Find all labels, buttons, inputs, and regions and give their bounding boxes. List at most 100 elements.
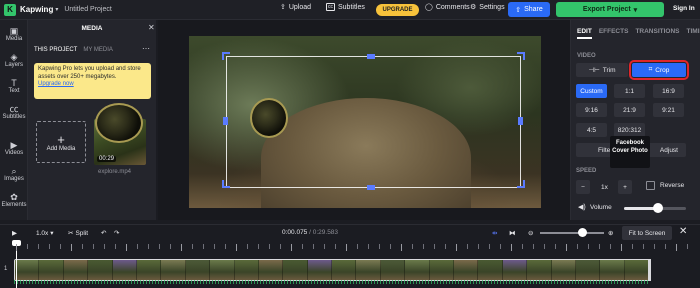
trim-button[interactable]: ⊣⊢ Trim bbox=[576, 63, 628, 77]
rail-item-text[interactable]: T Text bbox=[0, 78, 28, 94]
ruler-tick bbox=[291, 244, 292, 251]
properties-tabs: EDIT EFFECTS TRANSITIONS TIMING bbox=[577, 28, 700, 39]
rail-label: Videos bbox=[4, 150, 24, 156]
crop-handle-top[interactable] bbox=[367, 54, 375, 59]
ratio-16-9-button[interactable]: 16:9 bbox=[653, 84, 684, 98]
export-label: Export Project bbox=[582, 6, 631, 13]
promo-text: Kapwing Pro lets you upload and store as… bbox=[38, 66, 141, 80]
crop-icon: ⌗ bbox=[648, 66, 653, 73]
share-button[interactable]: ⇧ Share bbox=[508, 2, 550, 17]
tab-this-project[interactable]: THIS PROJECT bbox=[34, 47, 77, 53]
split-view-icon[interactable]: ⧓ bbox=[509, 229, 516, 237]
ruler-tick bbox=[335, 244, 336, 249]
zoom-slider-knob[interactable] bbox=[578, 228, 587, 237]
media-tabs: THIS PROJECT MY MEDIA bbox=[34, 47, 113, 53]
sign-in-link[interactable]: Sign In bbox=[673, 5, 695, 12]
ruler-tick bbox=[434, 244, 435, 249]
settings-button[interactable]: ⚙ Settings bbox=[470, 3, 505, 12]
ruler-tick bbox=[555, 244, 556, 249]
project-name[interactable]: Untitled Project bbox=[64, 6, 111, 13]
kapwing-logo[interactable]: K bbox=[4, 3, 16, 16]
export-project-button[interactable]: Export Project ▾ bbox=[556, 2, 664, 17]
crop-handle-top-left[interactable] bbox=[222, 52, 230, 60]
ruler-tick bbox=[566, 244, 567, 251]
speed-decrease-button[interactable]: − bbox=[576, 180, 590, 194]
split-button[interactable]: ✂ Split bbox=[68, 229, 88, 238]
playback-speed-dropdown[interactable]: 1.0x ▾ bbox=[36, 229, 54, 238]
crop-handle-bottom-right[interactable] bbox=[517, 180, 525, 188]
redo-icon[interactable]: ↷ bbox=[114, 229, 119, 237]
subtitles-button[interactable]: cc Subtitles bbox=[326, 3, 365, 11]
ruler-tick bbox=[500, 244, 501, 249]
clip-duration: 00:29 bbox=[97, 156, 117, 162]
crop-box[interactable] bbox=[226, 56, 521, 188]
video-clip[interactable] bbox=[14, 259, 650, 281]
rail-item-videos[interactable]: ▶ Videos bbox=[0, 140, 28, 156]
crop-handle-left[interactable] bbox=[223, 117, 228, 125]
snap-icon[interactable]: ⇹ bbox=[492, 229, 497, 237]
media-icon: ▣ bbox=[9, 26, 19, 36]
clip-frame bbox=[234, 260, 259, 280]
play-icon[interactable]: ▶ bbox=[12, 229, 17, 237]
tab-transitions[interactable]: TRANSITIONS bbox=[635, 28, 679, 39]
rail-item-media[interactable]: ▣ Media bbox=[0, 26, 28, 42]
brand-name[interactable]: Kapwing bbox=[20, 5, 53, 14]
clip-trim-handle[interactable] bbox=[648, 259, 651, 281]
upgrade-now-link[interactable]: Upgrade now bbox=[38, 81, 147, 89]
ratio-21-9-button[interactable]: 21:9 bbox=[614, 103, 645, 117]
text-icon: T bbox=[11, 78, 17, 88]
zoom-slider[interactable] bbox=[540, 232, 604, 234]
reverse-label: Reverse bbox=[660, 182, 685, 189]
ratio-9-21-button[interactable]: 9:21 bbox=[653, 103, 684, 117]
ratio-custom-button[interactable]: Custom bbox=[576, 84, 607, 98]
tab-my-media[interactable]: MY MEDIA bbox=[83, 47, 113, 53]
upload-button[interactable]: ⇪ Upload bbox=[280, 3, 311, 12]
upgrade-button[interactable]: UPGRADE bbox=[376, 4, 419, 16]
ruler-tick bbox=[445, 244, 446, 249]
rail-item-layers[interactable]: ◈ Layers bbox=[0, 52, 28, 68]
chevron-down-icon: ▾ bbox=[50, 230, 54, 237]
trim-label: Trim bbox=[602, 66, 616, 74]
subtitles-icon: cc bbox=[326, 3, 335, 11]
rail-label: Elements bbox=[1, 202, 27, 208]
videos-icon: ▶ bbox=[10, 140, 18, 150]
more-options-icon[interactable]: ⋯ bbox=[142, 44, 150, 53]
rail-item-subtitles[interactable]: ㏄ Subtitles bbox=[0, 104, 28, 120]
ratio-9-16-button[interactable]: 9:16 bbox=[576, 103, 607, 117]
ruler-tick bbox=[511, 244, 512, 251]
ruler-tick bbox=[115, 244, 116, 249]
ruler-tick bbox=[313, 244, 314, 249]
crop-handle-right[interactable] bbox=[518, 117, 523, 125]
undo-icon[interactable]: ↶ bbox=[101, 229, 106, 237]
ratio-820-312-button[interactable]: 820:312 bbox=[614, 123, 645, 137]
tab-timing[interactable]: TIMING bbox=[687, 28, 700, 39]
ruler-tick bbox=[137, 244, 138, 249]
ratio-1-1-button[interactable]: 1:1 bbox=[614, 84, 645, 98]
speed-increase-button[interactable]: + bbox=[618, 180, 632, 194]
zoom-in-icon[interactable]: ⊕ bbox=[608, 229, 613, 237]
ruler-tick bbox=[456, 244, 457, 251]
crop-handle-bottom-left[interactable] bbox=[222, 180, 230, 188]
fit-to-screen-button[interactable]: Fit to Screen bbox=[622, 226, 672, 240]
ruler-tick bbox=[60, 244, 61, 249]
tab-effects[interactable]: EFFECTS bbox=[599, 28, 629, 39]
crop-handle-top-right[interactable] bbox=[517, 52, 525, 60]
close-timeline-icon[interactable]: ✕ bbox=[679, 226, 687, 237]
reverse-checkbox[interactable] bbox=[646, 181, 655, 190]
zoom-out-icon[interactable]: ⊖ bbox=[528, 229, 533, 237]
ruler-tick bbox=[192, 244, 193, 249]
ratio-4-5-button[interactable]: 4:5 bbox=[576, 123, 607, 137]
crop-button[interactable]: ⌗ Crop bbox=[629, 60, 689, 80]
total-time: 0:29.583 bbox=[312, 229, 339, 236]
ruler-tick bbox=[236, 244, 237, 251]
clip-frame bbox=[185, 260, 211, 280]
rail-item-elements[interactable]: ✿ Elements bbox=[0, 192, 28, 208]
timeline-ruler[interactable] bbox=[0, 242, 700, 256]
crop-handle-bottom[interactable] bbox=[367, 185, 375, 190]
chevron-down-icon: ▾ bbox=[633, 6, 638, 14]
comments-button[interactable]: ◯ Comments bbox=[425, 3, 470, 12]
add-media-button[interactable]: + Add Media bbox=[36, 121, 86, 163]
tab-edit[interactable]: EDIT bbox=[577, 28, 592, 39]
chevron-down-icon[interactable]: ▾ bbox=[55, 6, 58, 13]
rail-item-images[interactable]: ⌕ Images bbox=[0, 166, 28, 182]
